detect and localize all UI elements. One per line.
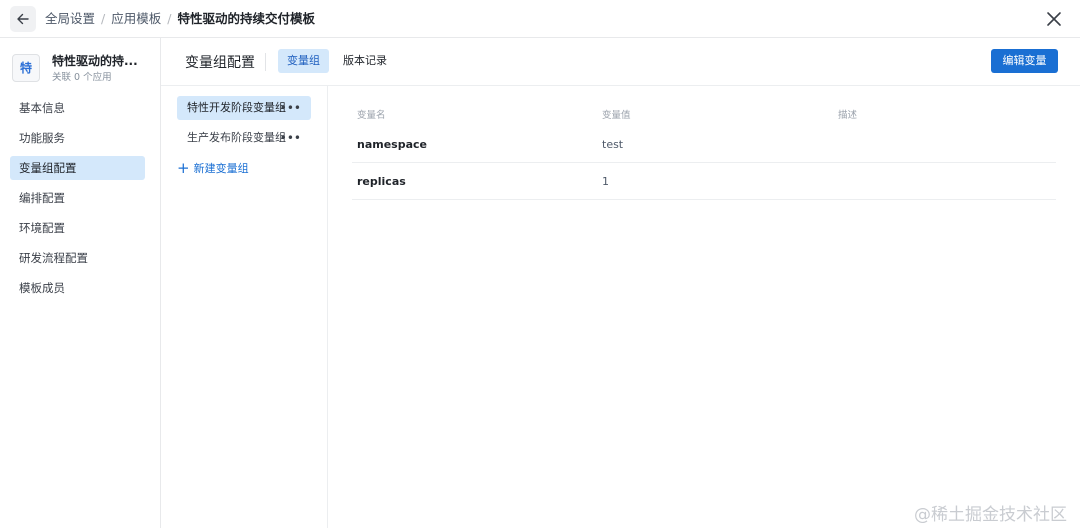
template-linked-apps: 关联 0 个应用: [52, 72, 112, 83]
more-icon[interactable]: •••: [280, 126, 301, 150]
tab-variable-groups[interactable]: 变量组: [278, 49, 329, 73]
breadcrumb-separator: /: [101, 11, 106, 26]
variable-name: replicas: [357, 175, 406, 188]
variable-value: 1: [602, 175, 609, 188]
close-icon: [1047, 12, 1061, 26]
sidebar-item-variable-groups[interactable]: 变量组配置: [10, 156, 145, 180]
new-group-button[interactable]: + 新建变量组: [177, 158, 249, 178]
template-avatar: 特: [12, 54, 40, 82]
sidebar-item-dev-workflow[interactable]: 研发流程配置: [10, 246, 145, 270]
sidebar-item-services[interactable]: 功能服务: [10, 126, 145, 150]
column-header-description: 描述: [838, 110, 858, 121]
tab-version-history[interactable]: 版本记录: [334, 49, 396, 73]
sidebar-item-environments[interactable]: 环境配置: [10, 216, 145, 240]
variable-value: test: [602, 138, 624, 151]
back-button[interactable]: [10, 6, 36, 32]
variables-table: 变量名 变量值 描述 namespace test replicas 1: [352, 98, 1056, 200]
variable-group-list: 特性开发阶段变量组 ••• 生产发布阶段变量组 ••• + 新建变量组: [161, 86, 328, 528]
group-item-label: 特性开发阶段变量组: [187, 101, 286, 114]
breadcrumb-separator: /: [167, 11, 172, 26]
table-row: namespace test: [352, 126, 1056, 163]
sidebar-item-basic-info[interactable]: 基本信息: [10, 96, 145, 120]
column-header-value: 变量值: [602, 110, 631, 121]
table-header: 变量名 变量值 描述: [352, 98, 1056, 126]
breadcrumb-global-settings[interactable]: 全局设置: [45, 11, 95, 26]
group-item-prod-release[interactable]: 生产发布阶段变量组 •••: [177, 126, 311, 150]
main-header: 变量组配置 变量组 版本记录 编辑变量: [161, 38, 1080, 86]
group-item-feature-dev[interactable]: 特性开发阶段变量组 •••: [177, 96, 311, 120]
sidebar: 特 特性驱动的持... 关联 0 个应用 基本信息 功能服务 变量组配置 编排配…: [0, 38, 161, 528]
template-name: 特性驱动的持...: [52, 54, 138, 68]
column-header-name: 变量名: [357, 110, 386, 121]
table-row: replicas 1: [352, 163, 1056, 200]
edit-variables-button[interactable]: 编辑变量: [991, 49, 1058, 73]
breadcrumb-app-templates[interactable]: 应用模板: [111, 11, 161, 26]
group-item-label: 生产发布阶段变量组: [187, 131, 286, 144]
sidebar-item-members[interactable]: 模板成员: [10, 276, 145, 300]
sidebar-item-orchestration[interactable]: 编排配置: [10, 186, 145, 210]
page-title: 变量组配置: [185, 55, 255, 71]
variable-name: namespace: [357, 138, 428, 151]
arrow-left-icon: [17, 13, 29, 25]
top-bar: 全局设置 / 应用模板 / 特性驱动的持续交付模板: [0, 0, 1080, 38]
close-button[interactable]: [1044, 9, 1064, 29]
breadcrumb: 全局设置 / 应用模板 / 特性驱动的持续交付模板: [45, 10, 315, 28]
new-group-label: 新建变量组: [193, 162, 249, 175]
header-divider: [265, 53, 266, 71]
more-icon[interactable]: •••: [280, 96, 301, 120]
breadcrumb-current: 特性驱动的持续交付模板: [177, 11, 315, 26]
watermark: @稀土掘金技术社区: [914, 505, 1067, 525]
plus-icon: +: [177, 159, 190, 177]
sidebar-nav: 基本信息 功能服务 变量组配置 编排配置 环境配置 研发流程配置 模板成员: [10, 96, 145, 306]
